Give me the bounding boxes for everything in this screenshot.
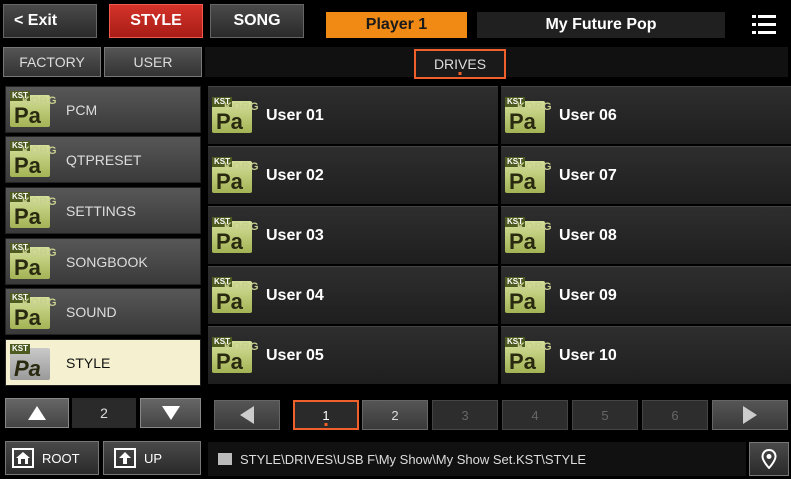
sidebar-page-number: 2	[72, 398, 136, 428]
selected-dot	[324, 423, 328, 426]
kst-pa-icon: KST KORG Pa	[10, 140, 57, 178]
sidebar-item-label: SONGBOOK	[66, 253, 148, 270]
home-folder-icon	[12, 448, 34, 468]
grid-item-label: User 07	[559, 166, 617, 184]
sidebar-item-settings[interactable]: KST KORG Pa SETTINGS	[5, 187, 201, 234]
page-label: 5	[601, 407, 609, 423]
grid-item-user-10[interactable]: KST KORG Pa User 10	[501, 326, 791, 384]
grid-item-user-09[interactable]: KST KORG Pa User 09	[501, 266, 791, 324]
kst-pa-icon: KST KORG Pa	[10, 90, 57, 128]
performance-name[interactable]: My Future Pop	[477, 12, 725, 38]
tab-song[interactable]: SONG	[210, 4, 304, 38]
scroll-down-button[interactable]	[140, 398, 201, 428]
top-bar: < Exit STYLE SONG Player 1 My Future Pop	[0, 0, 791, 42]
drives-label: DRIVES	[433, 56, 487, 72]
grid-item-label: User 08	[559, 226, 617, 244]
path-bar: STYLE\DRIVES\USB F\My Show\My Show Set.K…	[205, 439, 791, 479]
sidebar-item-label: PCM	[66, 101, 98, 118]
folder-icon	[218, 453, 232, 465]
page-button-3: 3	[432, 400, 498, 430]
selected-dot	[458, 72, 462, 75]
sidebar-item-label: SETTINGS	[66, 202, 137, 219]
triangle-down-icon	[161, 406, 180, 420]
up-label: UP	[144, 450, 163, 466]
grid-item-user-03[interactable]: KST KORG Pa User 03	[208, 206, 498, 264]
triangle-right-icon	[743, 406, 757, 424]
folder-sidebar: KST KORG Pa PCM KST KORG Pa QTPRESET KST KORG…	[0, 86, 205, 391]
scroll-up-button[interactable]	[5, 398, 69, 428]
page-button-2[interactable]: 2	[362, 400, 428, 430]
user-button[interactable]: USER	[104, 47, 202, 77]
triangle-up-icon	[28, 406, 46, 420]
grid-item-label: User 05	[266, 346, 324, 364]
grid-item-user-05[interactable]: KST KORG Pa User 05	[208, 326, 498, 384]
kst-pa-icon: KST KORG Pa	[505, 336, 552, 374]
grid-item-label: User 04	[266, 286, 324, 304]
kst-pa-icon: KST KORG Pa	[505, 96, 552, 134]
folder-up-icon	[114, 448, 136, 468]
kst-pa-icon: KST KORG Pa	[505, 156, 552, 194]
kst-pa-icon: KST KORG Pa	[505, 216, 552, 254]
kst-pa-icon: KST KORG Pa	[10, 242, 57, 280]
sidebar-item-style[interactable]: KST Pa STYLE	[5, 339, 201, 386]
sidebar-item-sound[interactable]: KST KORG Pa SOUND	[5, 288, 201, 335]
page-button-5: 5	[572, 400, 638, 430]
grid-item-label: User 09	[559, 286, 617, 304]
sidebar-item-label: SOUND	[66, 303, 117, 320]
sidebar-item-qtpreset[interactable]: KST KORG Pa QTPRESET	[5, 136, 201, 183]
page-label: 4	[531, 407, 539, 423]
grid-item-label: User 02	[266, 166, 324, 184]
kst-pa-icon: KST KORG Pa	[10, 191, 57, 229]
grid-item-user-01[interactable]: KST KORG Pa User 01	[208, 86, 498, 144]
exit-button[interactable]: < Exit	[3, 4, 97, 38]
factory-button[interactable]: FACTORY	[3, 47, 101, 77]
grid-item-label: User 03	[266, 226, 324, 244]
kst-folder-icon: KST Pa	[8, 343, 54, 382]
grid-item-user-06[interactable]: KST KORG Pa User 06	[501, 86, 791, 144]
current-path: STYLE\DRIVES\USB F\My Show\My Show Set.K…	[208, 442, 746, 476]
grid-item-user-02[interactable]: KST KORG Pa User 02	[208, 146, 498, 204]
page-selector: 1 2 3 4 5 6	[214, 400, 788, 430]
location-pin-button[interactable]	[749, 442, 789, 476]
triangle-left-icon	[240, 406, 254, 424]
kst-pa-icon: KST KORG Pa	[505, 276, 552, 314]
kst-pa-icon: KST KORG Pa	[212, 276, 259, 314]
drives-button[interactable]: DRIVES	[414, 49, 506, 79]
page-label: 6	[671, 407, 679, 423]
page-label: 3	[461, 407, 469, 423]
kst-pa-icon: KST KORG Pa	[10, 292, 57, 330]
location-pin-icon	[761, 449, 777, 469]
up-button[interactable]: UP	[103, 441, 201, 475]
root-button[interactable]: ROOT	[5, 441, 99, 475]
file-grid: KST KORG Pa User 01 KST KORG Pa User 02 KST K…	[208, 86, 791, 391]
page-button-6: 6	[642, 400, 708, 430]
sidebar-item-pcm[interactable]: KST KORG Pa PCM	[5, 86, 201, 133]
player-indicator[interactable]: Player 1	[326, 12, 467, 38]
next-page-button[interactable]	[712, 400, 788, 430]
root-label: ROOT	[42, 450, 80, 466]
kst-pa-icon: KST KORG Pa	[212, 336, 259, 374]
path-text: STYLE\DRIVES\USB F\My Show\My Show Set.K…	[240, 451, 587, 467]
grid-item-label: User 06	[559, 106, 617, 124]
source-bar: FACTORY USER DRIVES	[0, 42, 791, 82]
grid-item-user-04[interactable]: KST KORG Pa User 04	[208, 266, 498, 324]
grid-item-user-08[interactable]: KST KORG Pa User 08	[501, 206, 791, 264]
prev-page-button[interactable]	[214, 400, 280, 430]
grid-item-label: User 01	[266, 106, 324, 124]
menu-icon[interactable]	[752, 14, 776, 36]
grid-item-label: User 10	[559, 346, 617, 364]
sidebar-item-songbook[interactable]: KST KORG Pa SONGBOOK	[5, 238, 201, 285]
sidebar-item-label: QTPRESET	[66, 151, 142, 168]
kst-pa-icon: KST KORG Pa	[212, 96, 259, 134]
page-button-4: 4	[502, 400, 568, 430]
page-button-1[interactable]: 1	[293, 400, 359, 430]
page-label: 1	[322, 407, 330, 423]
kst-pa-icon: KST KORG Pa	[212, 156, 259, 194]
grid-item-user-07[interactable]: KST KORG Pa User 07	[501, 146, 791, 204]
sidebar-item-label: STYLE	[66, 354, 111, 371]
page-label: 2	[391, 407, 399, 423]
tab-style[interactable]: STYLE	[109, 4, 203, 38]
kst-pa-icon: KST KORG Pa	[212, 216, 259, 254]
